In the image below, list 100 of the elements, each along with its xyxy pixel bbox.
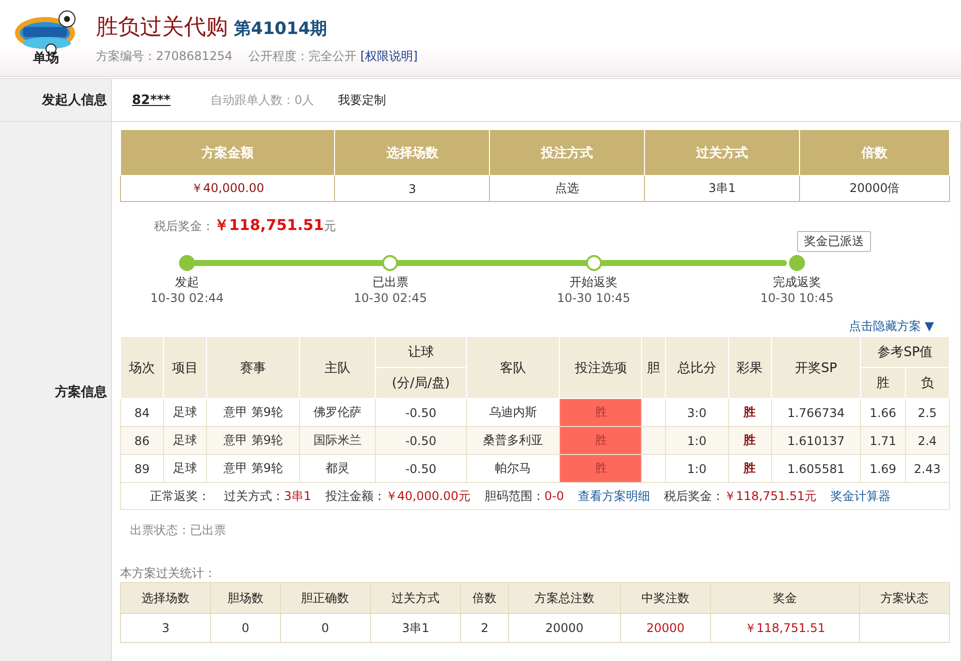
table-header: 场次 — [120, 336, 164, 398]
table-cell: 胜 — [728, 426, 772, 454]
step-time: 10-30 10:45 — [760, 291, 834, 305]
table-cell: 1.69 — [860, 454, 906, 482]
footer-label: 税后奖金： — [664, 488, 724, 502]
table-cell: ￥40,000.00 — [120, 176, 335, 202]
visibility-text: 公开程度：完全公开 — [248, 48, 356, 64]
table-cell: 2.43 — [905, 454, 950, 482]
prize-amount: ￥118,751.51 — [214, 216, 324, 235]
table-header: 方案状态 — [859, 582, 950, 614]
table-header: 负 — [905, 368, 950, 398]
table-header: 方案金额 — [120, 130, 335, 176]
table-cell: 1.610137 — [771, 426, 861, 454]
customize-link[interactable]: 我要定制 — [338, 92, 386, 108]
table-header: 倍数 — [800, 130, 950, 176]
table-cell: -0.50 — [376, 454, 466, 482]
step-label: 完成返奖 — [772, 274, 821, 291]
table-cell: 意甲 第9轮 — [206, 454, 300, 482]
table-cell: 足球 — [164, 426, 207, 454]
table-cell: 3 — [334, 176, 490, 202]
logo-caption: 单场 — [33, 50, 59, 67]
bet-option-cell: 胜 — [560, 454, 642, 482]
table-cell: 都灵 — [300, 454, 376, 482]
table-cell: 3串1 — [402, 620, 430, 634]
table-cell: 3串1 — [644, 176, 800, 202]
table-header: 中奖注数 — [620, 582, 711, 614]
prize-dispatched-button[interactable]: 奖金已派送 — [797, 231, 871, 252]
step-label: 已出票 — [372, 274, 408, 291]
table-header: 客队 — [466, 336, 560, 398]
table-header: 过关方式 — [370, 582, 461, 614]
issue-number: 第41014期 — [234, 18, 328, 40]
page-title: 胜负过关代购 — [96, 14, 228, 42]
table-cell: 20000 — [646, 621, 685, 635]
user-link[interactable]: 82*** — [132, 92, 170, 108]
table-cell: ￥118,751.51 — [744, 620, 826, 634]
table-cell: 1:0 — [666, 454, 728, 482]
table-cell: 20000倍 — [800, 176, 950, 202]
stats-title: 本方案过关统计： — [120, 565, 217, 582]
footer-label: 过关方式： — [224, 488, 284, 502]
step-time: 10-30 10:45 — [557, 291, 630, 305]
table-header: 参考SP值 — [860, 336, 950, 368]
bet-option-cell: 胜 — [560, 398, 642, 426]
table-cell: 89 — [120, 454, 164, 482]
section-label: 发起人信息 — [42, 92, 107, 109]
table-header: 胆 — [642, 336, 666, 398]
table-cell: 0 — [321, 621, 330, 635]
ticket-status: 出票状态：已出票 — [130, 522, 227, 539]
table-cell: 2.4 — [905, 426, 950, 454]
table-header: 胆正确数 — [280, 582, 370, 614]
table-header: 奖金 — [710, 582, 860, 614]
table-cell: 国际米兰 — [300, 426, 376, 454]
table-header: 选择场数 — [334, 130, 490, 176]
table-header: 赛事 — [206, 336, 300, 398]
table-cell: 点选 — [490, 176, 645, 202]
table-header: 过关方式 — [644, 130, 800, 176]
footer-value: ￥118,751.51元 — [724, 488, 817, 502]
auto-follow-count: 自动跟单人数：0人 — [210, 92, 314, 108]
section-label: 方案信息 — [55, 384, 107, 401]
table-header: 胆场数 — [210, 582, 280, 614]
plan-number: 方案编号：2708681254 — [96, 48, 232, 64]
table-cell: 胜 — [728, 454, 772, 482]
table-header: 让球 — [376, 336, 466, 368]
table-cell: 0 — [242, 621, 250, 635]
footer-label: 正常返奖： — [150, 488, 210, 504]
table-cell: 足球 — [164, 454, 207, 482]
table-header: 总比分 — [666, 336, 728, 398]
footer-value: ￥40,000.00元 — [385, 488, 470, 502]
footer-label: 投注金额： — [325, 488, 386, 502]
table-cell: 1.71 — [860, 426, 906, 454]
table-header: 投注方式 — [490, 130, 645, 176]
table-cell: 20000 — [545, 621, 584, 635]
table-cell: -0.50 — [376, 426, 466, 454]
prize-label: 税后奖金： — [154, 218, 214, 235]
footer-value: 3串1 — [284, 488, 312, 502]
table-header: 投注选项 — [560, 336, 642, 398]
footer-value: 0-0 — [544, 488, 564, 502]
step-time: 10-30 02:44 — [150, 291, 224, 305]
table-header: (分/局/盘) — [376, 368, 466, 398]
table-cell: 2 — [480, 621, 489, 635]
table-header: 主队 — [300, 336, 376, 398]
bet-option-cell: 胜 — [560, 426, 642, 454]
table-cell: 1.605581 — [771, 454, 861, 482]
prize-unit: 元 — [324, 218, 336, 235]
table-cell: 意甲 第9轮 — [206, 426, 300, 454]
table-cell: 桑普多利亚 — [466, 426, 560, 454]
table-header: 方案总注数 — [508, 582, 620, 614]
hide-plan-link[interactable]: 点击隐藏方案 ▼ — [848, 318, 934, 336]
step-label: 发起 — [175, 274, 199, 291]
table-cell: 帕尔马 — [466, 454, 560, 482]
table-cell: 3 — [162, 621, 170, 635]
table-header: 项目 — [164, 336, 207, 398]
table-header: 胜 — [860, 368, 906, 398]
table-header: 开奖SP — [771, 336, 861, 398]
table-header: 彩果 — [728, 336, 772, 398]
table-header: 选择场数 — [120, 582, 211, 614]
footer-link[interactable]: 查看方案明细 — [578, 488, 650, 504]
permission-link[interactable]: [权限说明] — [360, 48, 418, 64]
table-cell: 1:0 — [666, 426, 728, 454]
footer-link[interactable]: 奖金计算器 — [830, 488, 891, 504]
step-label: 开始返奖 — [570, 274, 618, 291]
